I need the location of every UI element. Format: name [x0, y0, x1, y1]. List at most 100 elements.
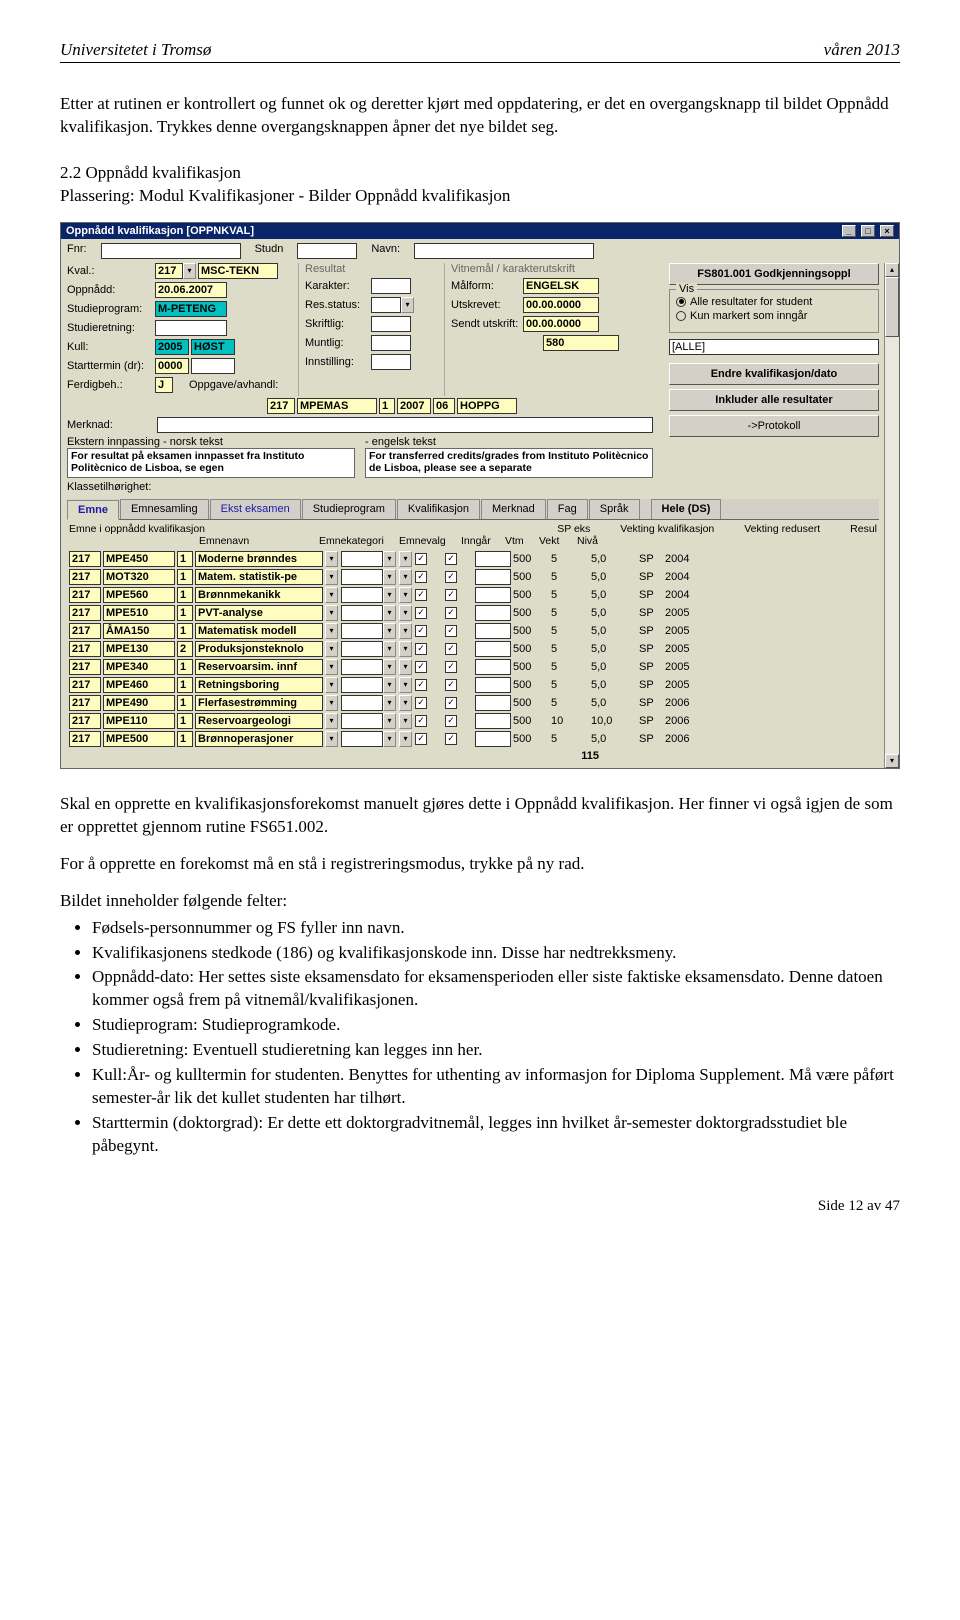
vtm-checkbox[interactable]: ✓ — [445, 553, 457, 565]
emnenavn-dropdown-icon[interactable]: ▾ — [325, 677, 338, 693]
fnr-input[interactable] — [101, 243, 241, 259]
vtm-checkbox[interactable]: ✓ — [445, 733, 457, 745]
emnekat-dropdown-icon[interactable]: ▾ — [383, 713, 396, 729]
vtm-checkbox[interactable]: ✓ — [445, 625, 457, 637]
karakter-input[interactable] — [371, 278, 411, 294]
row-ver[interactable]: 1 — [177, 569, 193, 585]
row-emnenavn[interactable]: PVT-analyse — [195, 605, 323, 621]
row-ver[interactable]: 1 — [177, 605, 193, 621]
oppg5-input[interactable]: 06 — [433, 398, 455, 414]
row-sp[interactable] — [475, 695, 511, 711]
form-scrollbar[interactable]: ▴ ▾ — [884, 263, 899, 768]
vtm-checkbox[interactable]: ✓ — [445, 679, 457, 691]
tab-emne[interactable]: Emne — [67, 500, 119, 520]
vtm-checkbox[interactable]: ✓ — [445, 697, 457, 709]
studn-input[interactable] — [297, 243, 357, 259]
row-ver[interactable]: 1 — [177, 677, 193, 693]
row-emnekode[interactable]: MPE340 — [103, 659, 175, 675]
emnekategori-input[interactable] — [341, 677, 383, 693]
oppg2-input[interactable]: MPEMAS — [297, 398, 377, 414]
tab-sprak[interactable]: Språk — [589, 499, 640, 519]
row-sp[interactable] — [475, 713, 511, 729]
row-ver[interactable]: 1 — [177, 659, 193, 675]
emnenavn-dropdown-icon[interactable]: ▾ — [325, 695, 338, 711]
row-emnekode[interactable]: MPE500 — [103, 731, 175, 747]
alle-filter-input[interactable]: [ALLE] — [669, 339, 879, 355]
scroll-up-icon[interactable]: ▴ — [885, 263, 899, 277]
table-row[interactable]: 217MPE4501Moderne brønndes▾▾▾✓✓50055,0SP… — [67, 550, 879, 568]
row-sp[interactable] — [475, 731, 511, 747]
row-emnekode[interactable]: MPE130 — [103, 641, 175, 657]
oppg1-input[interactable]: 217 — [267, 398, 295, 414]
table-row[interactable]: 217MPE5001Brønnoperasjoner▾▾▾✓✓50055,0SP… — [67, 730, 879, 748]
row-code[interactable]: 217 — [69, 605, 101, 621]
inngar-checkbox[interactable]: ✓ — [415, 643, 427, 655]
kval-name-input[interactable]: MSC-TEKN — [198, 263, 278, 279]
inngar-checkbox[interactable]: ✓ — [415, 715, 427, 727]
table-row[interactable]: 217MPE1302Produksjonsteknolo▾▾▾✓✓50055,0… — [67, 640, 879, 658]
sendt-input[interactable]: 00.00.0000 — [523, 316, 599, 332]
row-ver[interactable]: 2 — [177, 641, 193, 657]
oppnadd-input[interactable]: 20.06.2007 — [155, 282, 227, 298]
emnekat-dropdown-icon[interactable]: ▾ — [383, 605, 396, 621]
muntlig-input[interactable] — [371, 335, 411, 351]
emnevalg-dropdown-icon[interactable]: ▾ — [399, 551, 412, 567]
emnevalg-dropdown-icon[interactable]: ▾ — [399, 731, 412, 747]
emnekat-dropdown-icon[interactable]: ▾ — [383, 695, 396, 711]
emnekat-dropdown-icon[interactable]: ▾ — [383, 623, 396, 639]
resstatus-dropdown-icon[interactable]: ▾ — [401, 297, 414, 313]
row-code[interactable]: 217 — [69, 641, 101, 657]
emnevalg-dropdown-icon[interactable]: ▾ — [399, 623, 412, 639]
row-sp[interactable] — [475, 605, 511, 621]
inngar-checkbox[interactable]: ✓ — [415, 589, 427, 601]
emnekat-dropdown-icon[interactable]: ▾ — [383, 641, 396, 657]
emnekat-dropdown-icon[interactable]: ▾ — [383, 659, 396, 675]
tab-emnesamling[interactable]: Emnesamling — [120, 499, 209, 519]
emnekat-dropdown-icon[interactable]: ▾ — [383, 569, 396, 585]
row-ver[interactable]: 1 — [177, 587, 193, 603]
row-emnenavn[interactable]: Reservoarsim. innf — [195, 659, 323, 675]
tab-merknad[interactable]: Merknad — [481, 499, 546, 519]
inngar-checkbox[interactable]: ✓ — [415, 679, 427, 691]
table-row[interactable]: 217MPE5101PVT-analyse▾▾▾✓✓50055,0SP2005 — [67, 604, 879, 622]
row-emnenavn[interactable]: Retningsboring — [195, 677, 323, 693]
kull-term-input[interactable]: HØST — [191, 339, 235, 355]
inngar-checkbox[interactable]: ✓ — [415, 571, 427, 583]
row-ver[interactable]: 1 — [177, 623, 193, 639]
row-ver[interactable]: 1 — [177, 551, 193, 567]
emnekategori-input[interactable] — [341, 605, 383, 621]
malform-input[interactable]: ENGELSK — [523, 278, 599, 294]
row-sp[interactable] — [475, 623, 511, 639]
tab-kvalifikasjon[interactable]: Kvalifikasjon — [397, 499, 480, 519]
emnekategori-input[interactable] — [341, 713, 383, 729]
ekstern-no-text[interactable]: For resultat på eksamen innpasset fra In… — [67, 448, 355, 478]
row-emnenavn[interactable]: Flerfasestrømming — [195, 695, 323, 711]
row-code[interactable]: 217 — [69, 695, 101, 711]
emnekat-dropdown-icon[interactable]: ▾ — [383, 731, 396, 747]
studieretning-input[interactable] — [155, 320, 227, 336]
row-code[interactable]: 217 — [69, 623, 101, 639]
resstatus-input[interactable] — [371, 297, 401, 313]
vtm-checkbox[interactable]: ✓ — [445, 643, 457, 655]
kval-code-input[interactable]: 217 — [155, 263, 183, 279]
ekstern-en-text[interactable]: For transferred credits/grades from Inst… — [365, 448, 653, 478]
emnekategori-input[interactable] — [341, 731, 383, 747]
scroll-down-icon[interactable]: ▾ — [885, 754, 899, 768]
studieprogram-input[interactable]: M-PETENG — [155, 301, 227, 317]
oppg4-input[interactable]: 2007 — [397, 398, 431, 414]
ferdigbeh-input[interactable]: J — [155, 377, 173, 393]
radio-kun-markert[interactable]: Kun markert som inngår — [676, 310, 872, 322]
emnevalg-dropdown-icon[interactable]: ▾ — [399, 677, 412, 693]
emnenavn-dropdown-icon[interactable]: ▾ — [325, 623, 338, 639]
row-emnenavn[interactable]: Brønnmekanikk — [195, 587, 323, 603]
vtm-checkbox[interactable]: ✓ — [445, 571, 457, 583]
radio-alle-resultater[interactable]: Alle resultater for student — [676, 296, 872, 308]
tab-hele-ds[interactable]: Hele (DS) — [651, 499, 722, 519]
tab-ekst-eksamen[interactable]: Ekst eksamen — [210, 499, 301, 519]
inngar-checkbox[interactable]: ✓ — [415, 661, 427, 673]
row-emnekode[interactable]: MPE510 — [103, 605, 175, 621]
emnekategori-input[interactable] — [341, 695, 383, 711]
inkluder-alle-button[interactable]: Inkluder alle resultater — [669, 389, 879, 411]
row-sp[interactable] — [475, 569, 511, 585]
emnekat-dropdown-icon[interactable]: ▾ — [383, 677, 396, 693]
